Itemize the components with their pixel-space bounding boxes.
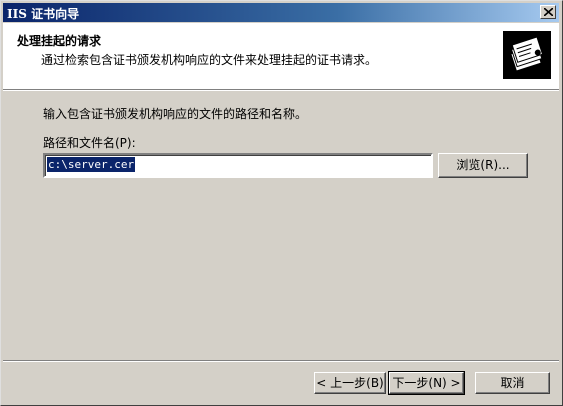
path-value: c:\server.cer — [47, 157, 136, 172]
next-button[interactable]: 下一步(N) > — [388, 371, 465, 395]
back-button[interactable]: < 上一步(B) — [314, 372, 386, 394]
title-bar[interactable]: IIS 证书向导 — [3, 3, 559, 22]
instruction-text: 输入包含证书颁发机构响应的文件的路径和名称。 — [43, 107, 308, 121]
close-button[interactable] — [540, 5, 556, 19]
certificate-wizard-window: IIS 证书向导 处理挂起的请求 通过检索包含证书颁发机构响应的文件来处理挂起的… — [0, 0, 563, 406]
path-label: 路径和文件名(P): — [43, 136, 136, 150]
window-title: IIS 证书向导 — [7, 7, 80, 21]
page-title: 处理挂起的请求 — [17, 34, 102, 48]
path-input[interactable]: c:\server.cer — [43, 153, 433, 178]
wizard-header: 处理挂起的请求 通过检索包含证书颁发机构响应的文件来处理挂起的证书请求。 — [3, 23, 559, 90]
close-icon — [544, 8, 553, 16]
certificate-icon — [503, 31, 551, 79]
page-subtitle: 通过检索包含证书颁发机构响应的文件来处理挂起的证书请求。 — [41, 53, 378, 67]
header-divider — [3, 90, 559, 91]
cancel-button[interactable]: 取消 — [475, 372, 550, 394]
browse-button[interactable]: 浏览(R)... — [438, 153, 528, 178]
footer-divider — [3, 360, 559, 362]
